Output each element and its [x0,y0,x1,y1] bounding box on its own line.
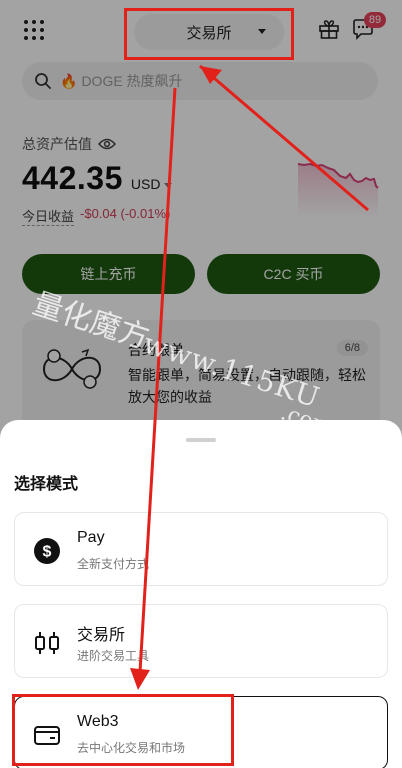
dollar-icon: $ [34,538,60,564]
sheet-drag-handle[interactable] [186,438,216,442]
mode-option-exchange[interactable]: 交易所 进阶交易工具 [14,604,388,678]
mode-option-name: Pay [77,529,105,546]
mode-option-subtitle: 全新支付方式 [77,557,150,571]
mode-option-pay[interactable]: $ Pay 全新支付方式 [14,512,388,586]
sheet-title: 选择模式 [14,476,79,493]
annotation-box-bottom [12,694,234,766]
candlestick-icon [35,632,59,654]
svg-text:$: $ [43,544,52,561]
annotation-box-top [124,8,294,60]
mode-option-name: 交易所 [77,627,126,644]
mode-option-subtitle: 进阶交易工具 [77,649,150,663]
